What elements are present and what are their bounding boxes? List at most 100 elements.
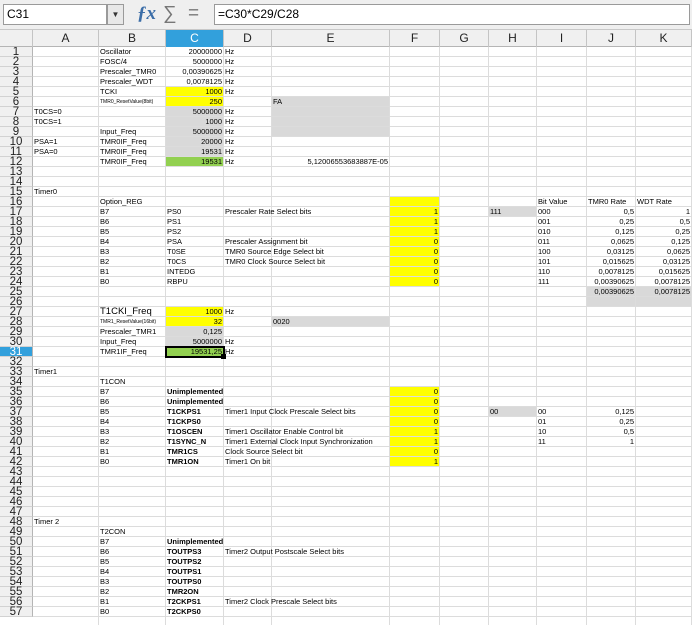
cell-c9[interactable]: 5000000 (167, 127, 222, 137)
cell-i17[interactable]: 000 (538, 207, 585, 217)
cell-f38[interactable]: 0 (391, 417, 438, 427)
cell-b27[interactable]: T1CKI_Freq (100, 307, 164, 317)
cell-c21[interactable]: T0SE (167, 247, 222, 257)
cell-d4[interactable]: Hz (225, 77, 270, 87)
cell-b12[interactable]: TMR0IF_Freq (100, 157, 164, 167)
cell-a7[interactable]: T0CS=0 (34, 107, 97, 117)
cell-f35[interactable]: 0 (391, 387, 438, 397)
cell-b3[interactable]: Prescaler_TMR0 (100, 67, 164, 77)
cell-j23[interactable]: 0,0078125 (588, 267, 634, 277)
cell-i38[interactable]: 01 (538, 417, 585, 427)
cell-j37[interactable]: 0,125 (588, 407, 634, 417)
cell-f20[interactable]: 0 (391, 237, 438, 247)
cell-d30[interactable]: Hz (225, 337, 270, 347)
cell-e6[interactable]: FA (273, 97, 388, 107)
cell-c3[interactable]: 0,00390625 (167, 67, 222, 77)
cell-a8[interactable]: T0CS=1 (34, 117, 97, 127)
cell-c4[interactable]: 0,0078125 (167, 77, 222, 87)
cell-c27[interactable]: 1000 (167, 307, 222, 317)
cell-k20[interactable]: 0,125 (637, 237, 690, 247)
cell-b38[interactable]: B4 (100, 417, 164, 427)
cell-i22[interactable]: 101 (538, 257, 585, 267)
cell-f39[interactable]: 1 (391, 427, 438, 437)
cell-b54[interactable]: B3 (100, 577, 164, 587)
column-header-j[interactable]: J (587, 30, 636, 47)
cell-b19[interactable]: B5 (100, 227, 164, 237)
cell-b10[interactable]: TMR0IF_Freq (100, 137, 164, 147)
cell-a15[interactable]: Timer0 (34, 187, 97, 197)
cell-c40[interactable]: T1SYNC_N (167, 437, 222, 447)
cell-d17[interactable]: Prescaler Rate Select bits (225, 207, 311, 217)
cell-c10[interactable]: 20000 (167, 137, 222, 147)
name-box[interactable]: C31 (3, 4, 107, 25)
column-header-k[interactable]: K (636, 30, 692, 47)
cell-d40[interactable]: Timer1 External Clock Input Synchronizat… (225, 437, 373, 447)
cell-k18[interactable]: 0,5 (637, 217, 690, 227)
cell-c8[interactable]: 1000 (167, 117, 222, 127)
cell-f19[interactable]: 1 (391, 227, 438, 237)
cell-d10[interactable]: Hz (225, 137, 270, 147)
cell-a11[interactable]: PSA=0 (34, 147, 97, 157)
cell-d7[interactable]: Hz (225, 107, 270, 117)
cell-c28[interactable]: 32 (167, 317, 222, 327)
cell-i37[interactable]: 00 (538, 407, 585, 417)
autofill-handle[interactable] (221, 354, 226, 359)
cell-b11[interactable]: TMR0IF_Freq (100, 147, 164, 157)
cell-c54[interactable]: TOUTPS0 (167, 577, 222, 587)
cell-k25[interactable]: 0,0078125 (637, 287, 690, 297)
cell-b29[interactable]: Prescaler_TMR1 (100, 327, 164, 337)
cell-i18[interactable]: 001 (538, 217, 585, 227)
cell-b22[interactable]: B2 (100, 257, 164, 267)
cell-f23[interactable]: 0 (391, 267, 438, 277)
cell-c51[interactable]: TOUTPS3 (167, 547, 222, 557)
cell-i39[interactable]: 10 (538, 427, 585, 437)
cell-d11[interactable]: Hz (225, 147, 270, 157)
cell-b53[interactable]: B4 (100, 567, 164, 577)
cell-d56[interactable]: Timer2 Clock Prescale Select bits (225, 597, 337, 607)
cell-c50[interactable]: Unimplemented (167, 537, 223, 547)
cell-e12[interactable]: 5,12006553683887E-05 (273, 157, 389, 167)
chevron-down-icon[interactable]: ▼ (107, 4, 124, 25)
cell-b17[interactable]: B7 (100, 207, 164, 217)
cell-b42[interactable]: B0 (100, 457, 164, 467)
cell-j40[interactable]: 1 (588, 437, 634, 447)
cell-i23[interactable]: 110 (538, 267, 585, 277)
cell-c29[interactable]: 0,125 (167, 327, 222, 337)
cell-j16[interactable]: TMR0 Rate (588, 197, 634, 207)
cell-d39[interactable]: Timer1 Oscillator Enable Control bit (225, 427, 343, 437)
cell-d21[interactable]: TMR0 Source Edge Select bit (225, 247, 324, 257)
cell-c38[interactable]: T1CKPS0 (167, 417, 222, 427)
cell-b56[interactable]: B1 (100, 597, 164, 607)
cell-b35[interactable]: B7 (100, 387, 164, 397)
cell-b57[interactable]: B0 (100, 607, 164, 617)
cell-f37[interactable]: 0 (391, 407, 438, 417)
cell-d2[interactable]: Hz (225, 57, 270, 67)
cell-c23[interactable]: INTEDG (167, 267, 222, 277)
cell-d31[interactable]: Hz (225, 347, 270, 357)
formula-equals-icon[interactable]: = (188, 3, 199, 25)
cell-b31[interactable]: TMR1IF_Freq (100, 347, 164, 357)
cell-h17[interactable]: 111 (490, 207, 535, 217)
cell-k21[interactable]: 0,0625 (637, 247, 690, 257)
formula-input[interactable]: =C30*C29/C28 (214, 4, 690, 25)
cell-j18[interactable]: 0,25 (588, 217, 634, 227)
cell-c41[interactable]: TMR1CS (167, 447, 222, 457)
cell-c57[interactable]: T2CKPS0 (167, 607, 222, 617)
cell-i19[interactable]: 010 (538, 227, 585, 237)
cell-c11[interactable]: 19531 (167, 147, 222, 157)
cell-b39[interactable]: B3 (100, 427, 164, 437)
cell-b28[interactable]: TMR1_ResetValue(16bit) (100, 317, 164, 327)
cell-c39[interactable]: T1OSCEN (167, 427, 222, 437)
cell-c5[interactable]: 1000 (167, 87, 222, 97)
cell-b1[interactable]: Oscillator (100, 47, 164, 57)
cell-b34[interactable]: T1CON (100, 377, 164, 387)
column-header-a[interactable]: A (33, 30, 99, 47)
cell-f36[interactable]: 0 (391, 397, 438, 407)
cell-b9[interactable]: Input_Freq (100, 127, 164, 137)
cell-c7[interactable]: 5000000 (167, 107, 222, 117)
cell-c19[interactable]: PS2 (167, 227, 222, 237)
column-header-c[interactable]: C (166, 30, 224, 47)
cell-b24[interactable]: B0 (100, 277, 164, 287)
column-header-f[interactable]: F (390, 30, 440, 47)
cell-d41[interactable]: Clock Source Select bit (225, 447, 303, 457)
